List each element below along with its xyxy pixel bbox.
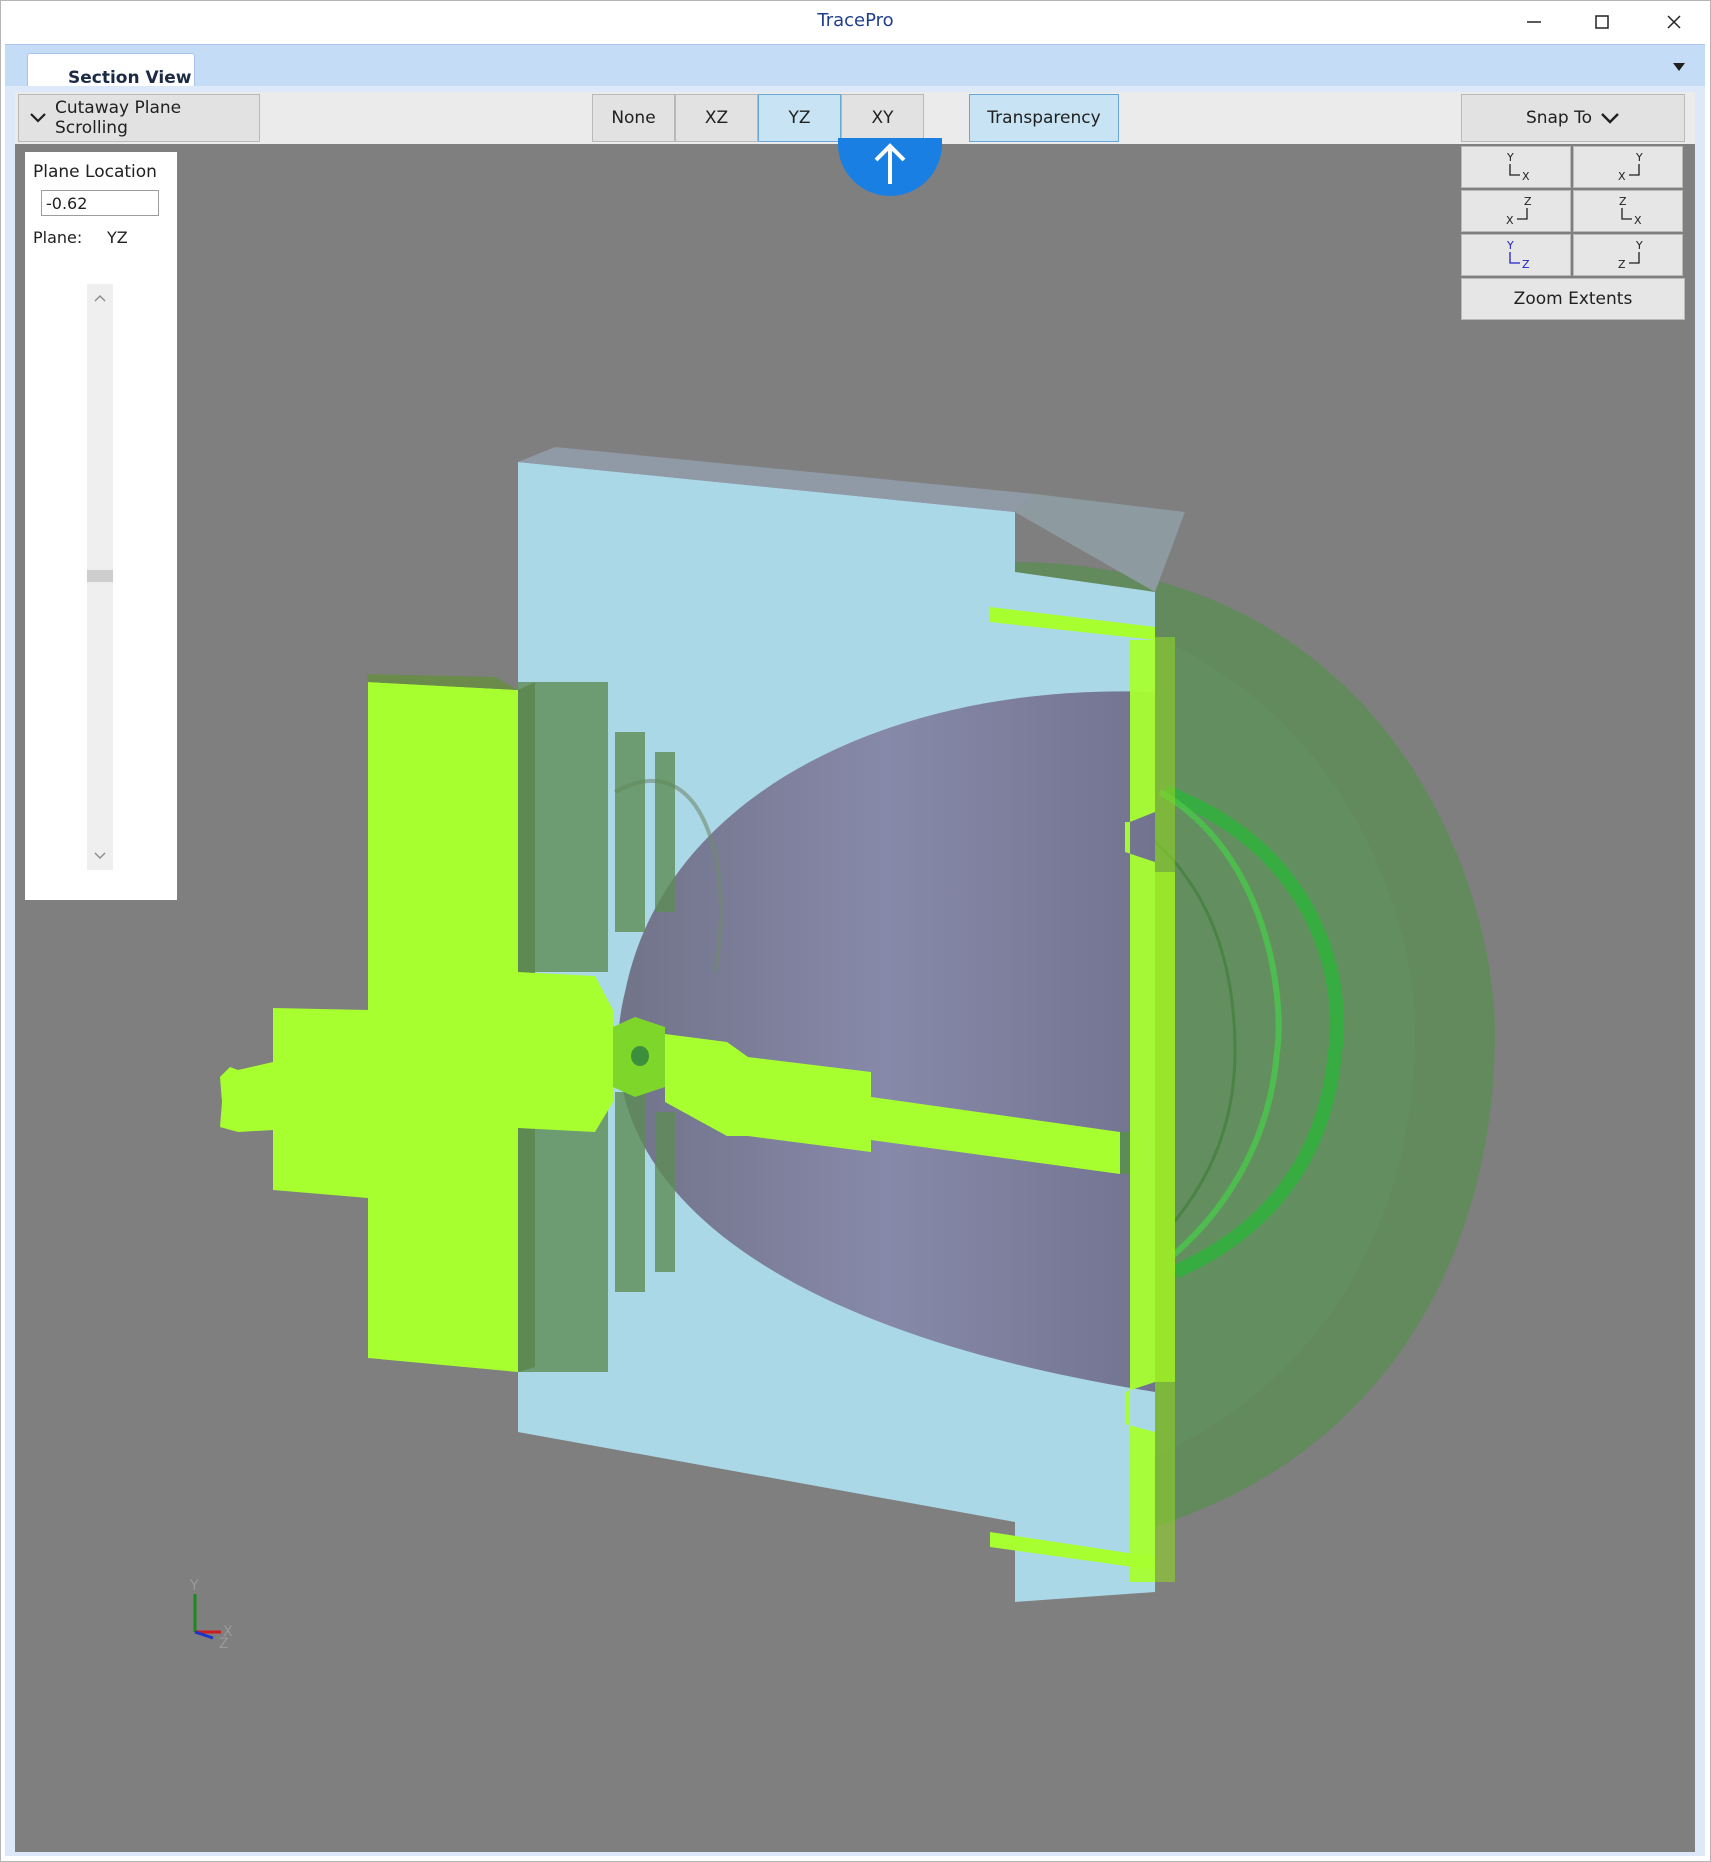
- plane-yz-button[interactable]: YZ: [758, 94, 841, 142]
- axis-yz-icon: Y Z: [1506, 239, 1530, 271]
- snap-view-y-z-active[interactable]: Y Z: [1461, 234, 1571, 276]
- chevron-down-icon: [30, 113, 46, 123]
- snap-view-y-z-mirrored[interactable]: Y Z: [1573, 234, 1683, 276]
- close-button[interactable]: [1640, 0, 1708, 44]
- section-view-viewport[interactable]: Cutaway Plane Scrolling None XZ YZ XY Tr…: [15, 92, 1695, 1852]
- axis-triad-icon: Y X Z: [189, 1578, 233, 1652]
- axis-xz-mirrored-icon: Z X: [1506, 195, 1532, 227]
- svg-text:X: X: [1506, 214, 1514, 227]
- chevron-down-icon: [94, 852, 106, 859]
- tab-label: Section View: [68, 68, 192, 88]
- axis-yx-icon: Y X: [1506, 151, 1530, 183]
- svg-text:Y: Y: [1635, 239, 1643, 252]
- svg-text:Z: Z: [1524, 195, 1532, 208]
- chevron-down-icon: [1601, 112, 1619, 124]
- snap-view-grid: Y X Y X Z X Z X Y Z Y Z Zoom Extents: [1461, 146, 1685, 320]
- cutaway-plane-scrolling-toggle[interactable]: Cutaway Plane Scrolling: [18, 94, 260, 142]
- plane-value: YZ: [107, 228, 128, 247]
- minimize-button[interactable]: [1500, 0, 1568, 44]
- minimize-icon: [1527, 21, 1541, 23]
- base-housing: [220, 674, 535, 1372]
- tab-section-view[interactable]: Section View: [27, 53, 195, 89]
- snap-to-label: Snap To: [1525, 108, 1593, 128]
- svg-text:Y: Y: [1506, 239, 1514, 252]
- arrow-up-icon: [874, 143, 906, 184]
- scroll-down-button[interactable]: [87, 846, 113, 866]
- section-toolbar: Cutaway Plane Scrolling None XZ YZ XY Tr…: [15, 92, 1695, 144]
- model-section-render: [220, 447, 1495, 1602]
- plane-xy-button[interactable]: XY: [841, 94, 924, 142]
- close-icon: [1667, 15, 1681, 29]
- transparency-toggle[interactable]: Transparency: [969, 94, 1119, 142]
- dropdown-triangle-icon: [1673, 63, 1685, 71]
- axis-zx-icon: Z X: [1619, 195, 1642, 227]
- snap-view-z-x[interactable]: Z X: [1573, 190, 1683, 232]
- svg-text:X: X: [1522, 170, 1530, 183]
- scroll-thumb[interactable]: [87, 570, 113, 582]
- svg-text:X: X: [1618, 170, 1626, 183]
- plane-xz-button[interactable]: XZ: [675, 94, 758, 142]
- window-title: TracePro: [817, 10, 894, 31]
- document-tab-strip: Section View: [5, 44, 1705, 89]
- plane-location-scrollbar[interactable]: [87, 284, 113, 870]
- cutaway-plane-panel: Plane Location Plane: YZ: [25, 152, 177, 900]
- view-frame: Cutaway Plane Scrolling None XZ YZ XY Tr…: [5, 86, 1705, 1856]
- maximize-button[interactable]: [1568, 0, 1636, 44]
- snap-view-y-x[interactable]: Y X: [1461, 146, 1571, 188]
- plane-none-button[interactable]: None: [592, 94, 675, 142]
- svg-text:Y: Y: [1635, 151, 1643, 164]
- scroll-up-button[interactable]: [87, 288, 113, 308]
- svg-text:Z: Z: [219, 1636, 229, 1652]
- snap-to-button[interactable]: Snap To: [1461, 94, 1685, 142]
- svg-text:Z: Z: [1618, 258, 1626, 271]
- axis-xy-mirrored-icon: Y X: [1618, 151, 1643, 183]
- plane-location-input[interactable]: [41, 190, 159, 216]
- tracepro-window: TracePro Section View Cutaway Plane Scro…: [0, 0, 1711, 1862]
- svg-text:Y: Y: [189, 1578, 199, 1594]
- zoom-extents-button[interactable]: Zoom Extents: [1461, 278, 1685, 320]
- chevron-up-icon: [94, 295, 106, 302]
- svg-text:Z: Z: [1619, 195, 1627, 208]
- plane-label: Plane:: [33, 228, 83, 247]
- svg-text:Y: Y: [1506, 151, 1514, 164]
- tab-list-dropdown[interactable]: [1671, 59, 1687, 73]
- svg-text:Z: Z: [1522, 258, 1530, 271]
- snap-view-y-x-mirrored[interactable]: Y X: [1573, 146, 1683, 188]
- snap-view-z-x-mirrored[interactable]: Z X: [1461, 190, 1571, 232]
- cutaway-label: Cutaway Plane Scrolling: [54, 98, 182, 138]
- plane-location-label: Plane Location: [33, 162, 157, 182]
- title-bar: TracePro: [0, 0, 1711, 44]
- maximize-icon: [1595, 15, 1609, 29]
- axis-zy-mirrored-icon: Y Z: [1618, 239, 1643, 271]
- svg-text:X: X: [1634, 214, 1642, 227]
